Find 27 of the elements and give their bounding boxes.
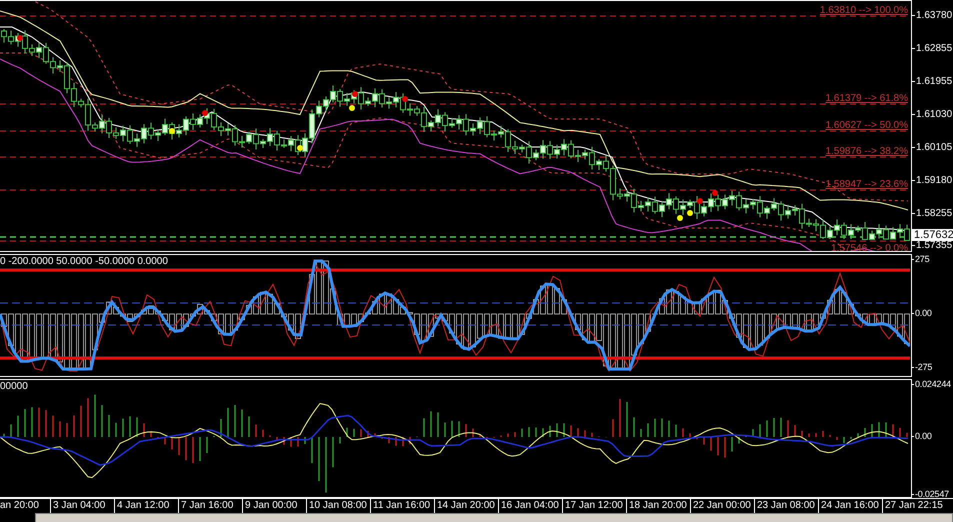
signal-dot bbox=[402, 96, 408, 102]
indicator-title: 0 -200.0000 50.0000 -50.0000 0.0000 bbox=[0, 256, 168, 267]
time-axis-label: an 20:00 bbox=[0, 499, 40, 513]
indicator-axis-label: 0.00 bbox=[915, 431, 932, 442]
indicator-title: 00000 bbox=[0, 381, 28, 392]
indicator-axis-label: 275 bbox=[915, 254, 930, 265]
fibonacci-level-label: 1.59876 --> 38.2% bbox=[825, 146, 908, 157]
indicator-axis-label: -0.02547 bbox=[915, 489, 949, 500]
indicator-axis-label: 0.00 bbox=[915, 308, 932, 319]
fibonacci-level-label: 1.63810 --> 100.0% bbox=[820, 5, 908, 16]
signal-dot bbox=[697, 198, 703, 204]
indicator-axis-label: -275 bbox=[915, 362, 932, 373]
fibonacci-level-label: 1.60627 --> 50.0% bbox=[825, 120, 908, 131]
fibonacci-level-label: 1.57546 --> 0.0% bbox=[831, 243, 908, 251]
signal-dot bbox=[169, 128, 175, 134]
current-price-label: 1.57632 bbox=[912, 229, 953, 241]
signal-dot bbox=[349, 105, 355, 111]
signal-dot bbox=[17, 35, 23, 41]
signal-dot bbox=[297, 145, 303, 151]
signal-dot bbox=[677, 215, 683, 221]
signal-dot bbox=[202, 110, 208, 116]
signal-dot bbox=[687, 210, 693, 216]
fibonacci-level-label: 1.61379 --> 61.8% bbox=[825, 93, 908, 104]
fibonacci-level-label: 1.58947 --> 23.6% bbox=[825, 179, 908, 190]
signal-dot bbox=[712, 190, 718, 196]
signal-dot bbox=[352, 91, 358, 97]
indicator-axis-label: 0.024244 bbox=[915, 379, 951, 390]
